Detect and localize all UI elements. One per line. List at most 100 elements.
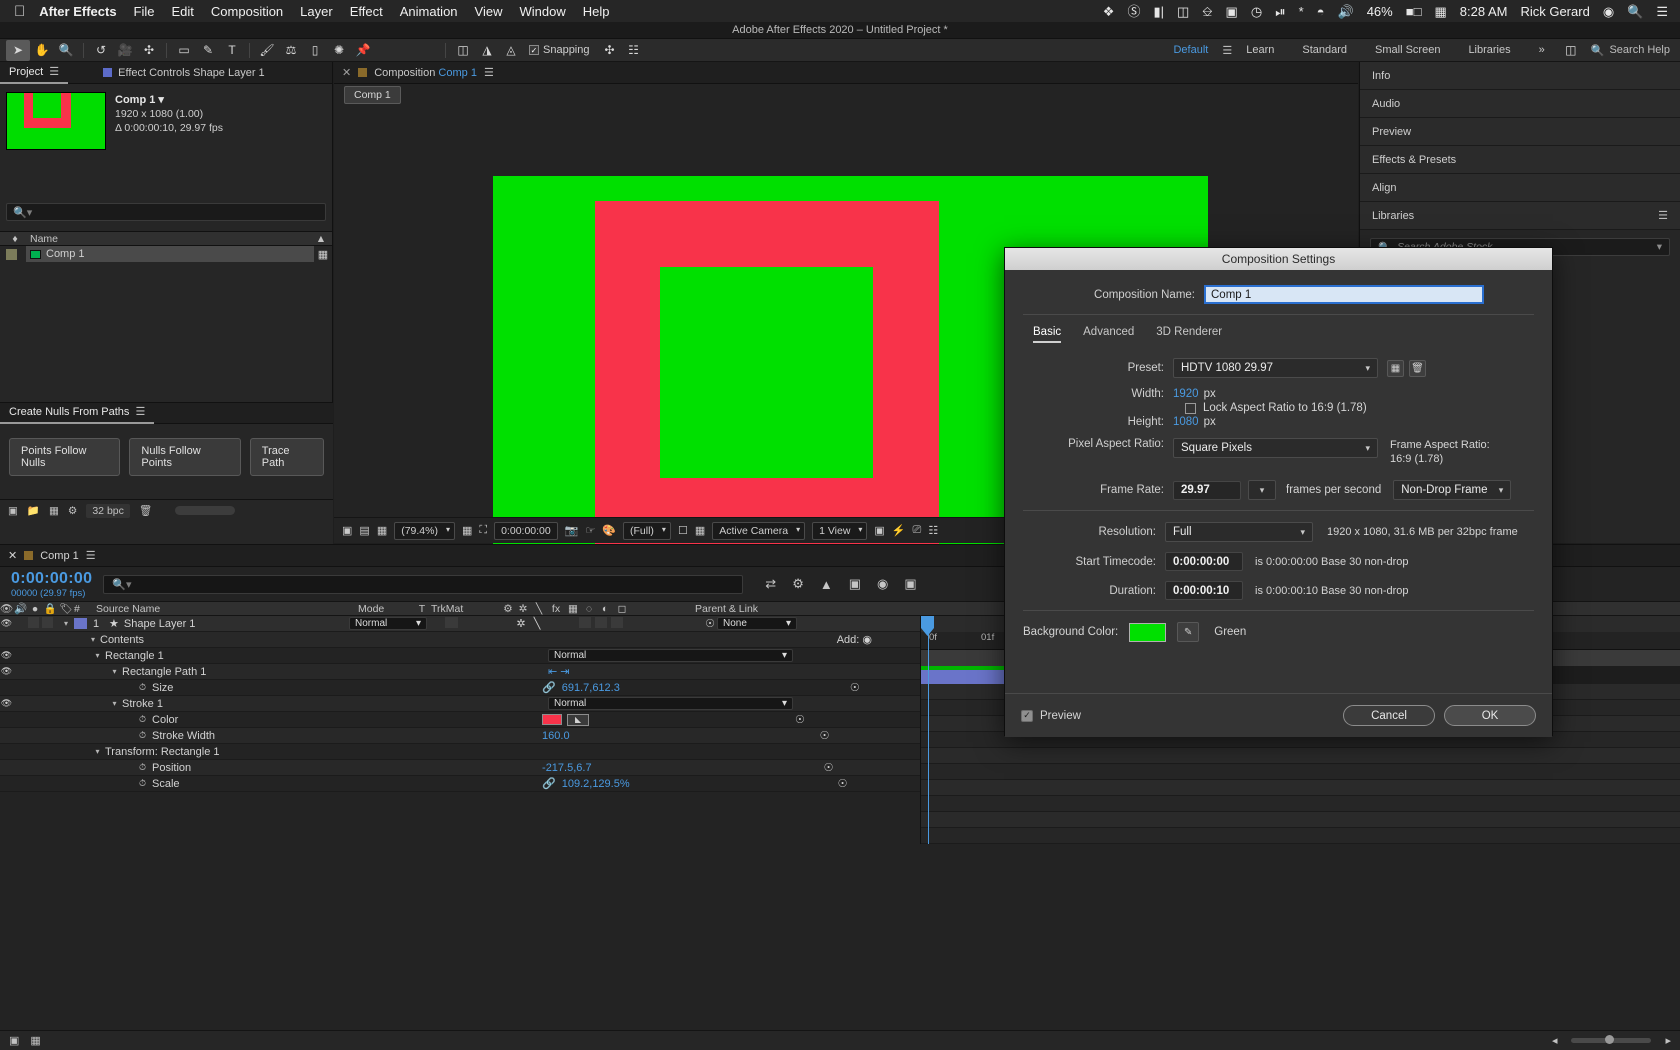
lock-column-icon[interactable]: 🔒 [42,602,58,615]
trace-path-button[interactable]: Trace Path [250,438,324,476]
align-left-icon[interactable]: ◫ [451,40,475,61]
bluetooth-icon[interactable]: * [1299,5,1304,18]
table-row[interactable]: 👁 ▾ Rectangle Path 1 ⇤ ⇥ [0,664,920,680]
workspace-standard[interactable]: Standard [1288,39,1361,62]
frame-rate-input[interactable]: 29.97 [1173,481,1241,500]
snap-grid-icon[interactable]: ☷ [622,40,646,61]
group-name-cell[interactable]: Contents [100,634,440,646]
resolution-dropdown[interactable]: Full▾ [1165,522,1313,542]
project-settings-icon[interactable]: ⚙ [68,505,77,517]
keyframe-nav-icon[interactable]: ☉ [850,681,860,694]
bartender-icon[interactable]: ▮| [1153,5,1164,18]
start-timecode-input[interactable]: 0:00:00:00 [1165,552,1243,571]
link-icon[interactable]: 🔗 [542,681,556,694]
motion-blur-toggle[interactable] [595,617,607,628]
resolution-dropdown[interactable]: (Full) [623,522,671,540]
group-visibility-icon[interactable]: 👁 [0,698,13,709]
project-search-input[interactable]: 🔍▾ [6,203,326,221]
table-row[interactable]: ▾ Transform: Rectangle 1 [0,744,920,760]
stopwatch-icon[interactable]: ⏱ [139,762,146,773]
cancel-button[interactable]: Cancel [1343,705,1435,726]
siri-icon[interactable]: ◉ [1603,5,1614,18]
composition-tab-label[interactable]: Composition Comp 1 [374,67,477,79]
project-row-comp-1[interactable]: Comp 1 ▦ [0,246,332,262]
tab-project[interactable]: Project ☰ [0,62,68,84]
views-dropdown[interactable]: 1 View [812,522,867,540]
group-name-cell[interactable]: Stroke 1 [122,698,548,710]
property-name-cell[interactable]: Color [146,714,542,726]
track-row[interactable] [921,796,1680,812]
group-name-cell[interactable]: Rectangle 1 [105,650,548,662]
expand-chevron-icon[interactable]: ▾ [107,699,122,708]
track-row[interactable] [921,812,1680,828]
sort-arrow-icon[interactable]: ▲ [310,233,332,245]
display-icon[interactable]: ▣ [1226,5,1238,18]
property-value-cell[interactable]: 🔗 109.2,129.5% [542,777,630,790]
property-name-cell[interactable]: Size [146,682,542,694]
property-value-cell[interactable]: 🔗 691.7,612.3 [542,681,620,694]
main-viewer-icon[interactable]: ▤ [359,524,369,537]
table-row[interactable]: ⏱ Position -217.5,6.7 ☉ [0,760,920,776]
pixel-aspect-correction-icon[interactable]: ▣ [874,524,884,537]
transparency-grid-icon[interactable]: ▦ [695,524,705,537]
parent-link-dropdown[interactable]: None▾ [717,617,797,630]
save-preset-button[interactable]: ▦ [1387,360,1404,377]
keyframe-nav-icon[interactable]: ☉ [795,713,805,726]
panel-menu-icon[interactable]: ☰ [49,61,59,83]
eyedropper-icon[interactable]: ◣ [567,714,589,726]
spotlight-icon[interactable]: 🔍 [1627,5,1643,18]
workspace-learn[interactable]: Learn [1232,39,1288,62]
property-value[interactable]: 160.0 [542,730,570,742]
menu-item-view[interactable]: View [475,4,503,19]
property-name-cell[interactable]: Stroke Width [146,730,542,742]
rotation-tool[interactable]: ↺ [89,40,113,61]
menu-item-animation[interactable]: Animation [400,4,458,19]
table-row[interactable]: ⏱ Color ◣ ☉ [0,712,920,728]
snapping-checkbox[interactable]: ✓ [529,45,539,55]
dropbox-icon[interactable]: ❖ [1103,5,1115,18]
column-index[interactable]: # [74,603,96,615]
table-row[interactable]: ▾ Contents Add: ◉ [0,632,920,648]
stopwatch-icon[interactable]: ⏱ [139,730,146,741]
points-follow-nulls-button[interactable]: Points Follow Nulls [9,438,120,476]
rectangle-blend-mode-dropdown[interactable]: Normal▾ [548,649,793,662]
preview-checkbox[interactable]: ✓ [1021,710,1033,722]
menu-item-composition[interactable]: Composition [211,4,283,19]
drop-frame-dropdown[interactable]: Non-Drop Frame▾ [1393,480,1511,500]
property-name-cell[interactable]: Scale [146,778,542,790]
battery-icon[interactable]: ■□ [1406,5,1422,18]
region-of-interest-icon[interactable]: ☐ [678,524,688,537]
keyframe-nav-icon[interactable]: ☉ [838,777,848,790]
adjustment-icon[interactable]: ◐ [597,603,613,615]
keyframe-nav-icon[interactable]: ☉ [820,729,830,742]
layer-visibility-icon[interactable]: 👁 [0,618,13,629]
comp-chip[interactable]: Comp 1 [344,86,401,104]
panel-scrollbar[interactable] [175,506,235,515]
selection-tool[interactable]: ➤ [6,40,30,61]
column-parent-link[interactable]: Parent & Link [695,603,775,615]
take-snapshot-icon[interactable]: 📷 [565,524,579,537]
anchor-point-tool[interactable]: ✣ [137,40,161,61]
dialog-tab-3d-renderer[interactable]: 3D Renderer [1156,326,1222,343]
width-value[interactable]: 1920 [1173,388,1199,400]
show-snapshot-icon[interactable]: ☞ [585,524,595,537]
expand-chevron-icon[interactable]: ▾ [90,651,105,660]
property-value[interactable]: 109.2,129.5% [562,778,630,790]
frame-blend-toggle[interactable] [579,617,591,628]
expand-chevron-icon[interactable]: ▾ [107,667,122,676]
group-name-cell[interactable]: Transform: Rectangle 1 [105,746,548,758]
stopwatch-icon[interactable]: ⏱ [139,682,146,693]
wifi-icon[interactable]: ◓ [1317,5,1325,18]
apple-icon[interactable]:  [14,4,25,19]
eyedropper-icon[interactable]: ✎ [1177,622,1199,642]
label-column-icon[interactable]: 🏷 [58,602,74,615]
keyboard-layout-icon[interactable]: ▦ [1434,5,1446,18]
search-help-field[interactable]: 🔍 Search Help [1583,44,1680,57]
effects-icon[interactable]: fx [547,603,565,615]
solo-toggle[interactable] [28,617,39,628]
shy-toggle[interactable]: ✲ [513,617,529,630]
tab-create-nulls[interactable]: Create Nulls From Paths ☰ [0,402,154,424]
property-value[interactable]: -217.5,6.7 [542,762,592,774]
user-name[interactable]: Rick Gerard [1520,4,1589,19]
property-name-cell[interactable]: Position [146,762,542,774]
